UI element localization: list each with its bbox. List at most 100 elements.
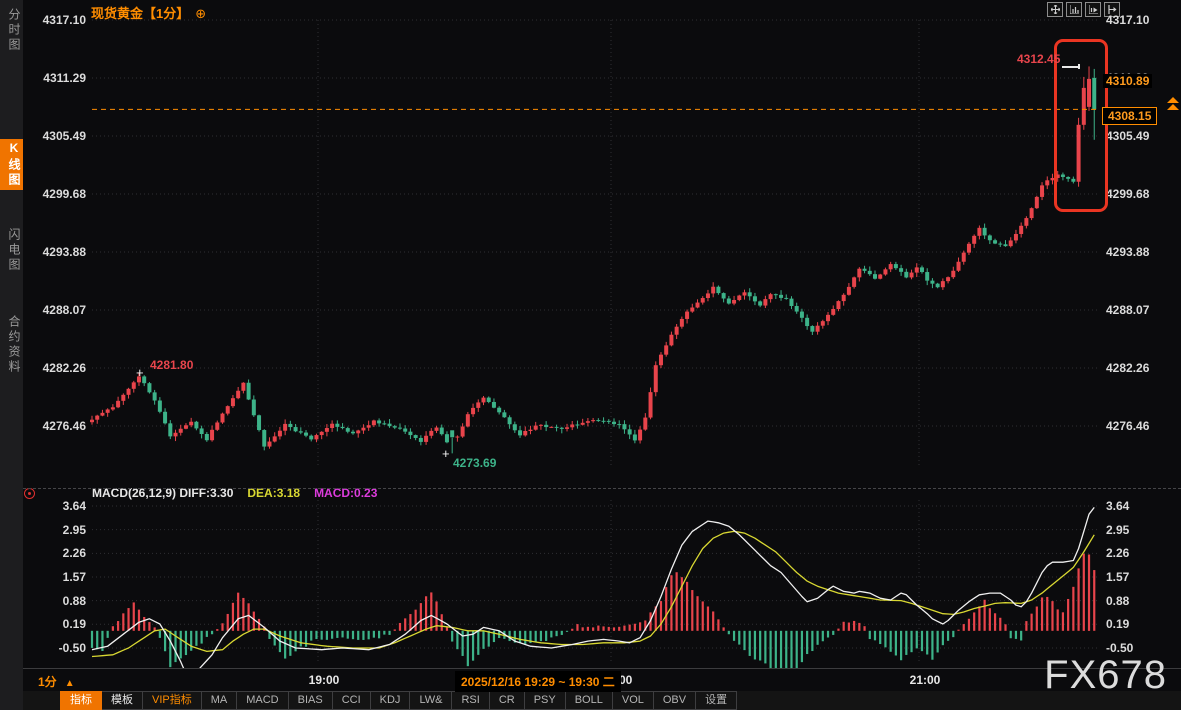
candle (466, 414, 470, 426)
candle (706, 293, 710, 298)
candle (278, 431, 282, 437)
time-axis: 1分▲ 2025/12/16 19:29 ~ 19:30 二 19:0020:0… (23, 669, 1181, 691)
price-axis-tick-left: 4317.10 (24, 13, 86, 27)
candle (831, 309, 835, 315)
toolbar-item-KDJ[interactable]: KDJ (371, 691, 411, 710)
session-high-marker (1062, 66, 1079, 73)
candle (1024, 218, 1028, 226)
toolbar-item-模板[interactable]: 模板 (102, 691, 143, 710)
candle (455, 437, 459, 438)
candle (696, 303, 700, 308)
main-candle-chart[interactable] (0, 0, 1181, 490)
candle (393, 426, 397, 427)
candle (722, 293, 726, 298)
price-axis-tick-right: 4276.46 (1106, 419, 1149, 433)
candle (262, 430, 266, 447)
candle (163, 412, 167, 424)
candle (549, 427, 553, 428)
toolbar-item-MACD[interactable]: MACD (237, 691, 288, 710)
macd-collapse-icon[interactable] (24, 488, 35, 499)
toolbar-item-BOLL[interactable]: BOLL (566, 691, 613, 710)
macd-axis-tick-right: 2.26 (1106, 546, 1129, 560)
candle (158, 401, 162, 412)
toolbar-item-CR[interactable]: CR (490, 691, 525, 710)
candle (408, 432, 412, 435)
candle (487, 398, 491, 402)
candle (100, 413, 104, 416)
candle (492, 402, 496, 408)
candle (878, 274, 882, 278)
candle (257, 415, 261, 430)
toolbar-item-RSI[interactable]: RSI (452, 691, 489, 710)
candle (544, 425, 548, 427)
candle (377, 420, 381, 423)
candle (701, 298, 705, 303)
candle (445, 434, 449, 442)
candle (200, 428, 204, 434)
panel-divider[interactable] (23, 488, 1181, 489)
candle (769, 294, 773, 299)
scroll-to-latest-icon[interactable] (1167, 97, 1179, 111)
price-axis-tick-left: 4305.49 (24, 129, 86, 143)
macd-axis-tick-left: -0.50 (24, 641, 86, 655)
candle (153, 392, 157, 400)
candle (920, 267, 924, 272)
candle (654, 365, 658, 392)
candle (539, 425, 543, 426)
macd-axis-tick-left: 0.88 (24, 594, 86, 608)
bar-range-tooltip: 2025/12/16 19:29 ~ 19:30 二 (455, 671, 621, 692)
candle (502, 412, 506, 417)
candle (789, 299, 793, 306)
candle (711, 287, 715, 294)
candle (863, 269, 867, 271)
toolbar-item-BIAS[interactable]: BIAS (289, 691, 333, 710)
toolbar-item-PSY[interactable]: PSY (525, 691, 566, 710)
candle (993, 240, 997, 243)
toolbar-item-OBV[interactable]: OBV (654, 691, 696, 710)
toolbar-item-CCI[interactable]: CCI (333, 691, 371, 710)
candle (194, 422, 198, 429)
price-axis-tick-left: 4282.26 (24, 361, 86, 375)
toolbar-item-LW&[interactable]: LW& (410, 691, 452, 710)
toolbar-item-VIP指标[interactable]: VIP指标 (143, 691, 202, 710)
candle (424, 436, 428, 442)
price-axis-tick-right: 4305.49 (1106, 129, 1149, 143)
candle (252, 400, 256, 416)
period-selector[interactable]: 1分▲ (38, 673, 75, 690)
candle (612, 422, 616, 424)
candle (1019, 226, 1023, 234)
period-arrow-icon: ▲ (65, 678, 75, 689)
candle (962, 253, 966, 262)
toolbar-item-设置[interactable]: 设置 (696, 691, 737, 710)
candle (273, 436, 277, 441)
candle (429, 431, 433, 436)
candle (351, 432, 355, 434)
candle (638, 430, 642, 441)
candle (247, 383, 251, 400)
candle (189, 422, 193, 426)
candle (288, 424, 292, 427)
candle (283, 424, 287, 431)
toolbar-item-VOL[interactable]: VOL (613, 691, 654, 710)
candle (925, 272, 929, 281)
macd-axis-tick-right: 3.64 (1106, 499, 1129, 513)
price-axis-tick-right: 4282.26 (1106, 361, 1149, 375)
candle (826, 315, 830, 321)
candle (518, 430, 522, 435)
candle (523, 431, 527, 435)
candle (821, 321, 825, 326)
toolbar-item-MA[interactable]: MA (202, 691, 238, 710)
candle (983, 228, 987, 236)
toolbar-item-指标[interactable]: 指标 (60, 691, 102, 710)
candle (737, 296, 741, 300)
candle (309, 436, 313, 440)
macd-axis-tick-left: 3.64 (24, 499, 86, 513)
candle (168, 423, 172, 436)
candle (680, 319, 684, 327)
candle (346, 428, 350, 432)
candle (121, 395, 125, 401)
macd-axis-tick-right: 2.95 (1106, 523, 1129, 537)
candle (591, 420, 595, 421)
candle (779, 295, 783, 298)
candle (800, 312, 804, 318)
